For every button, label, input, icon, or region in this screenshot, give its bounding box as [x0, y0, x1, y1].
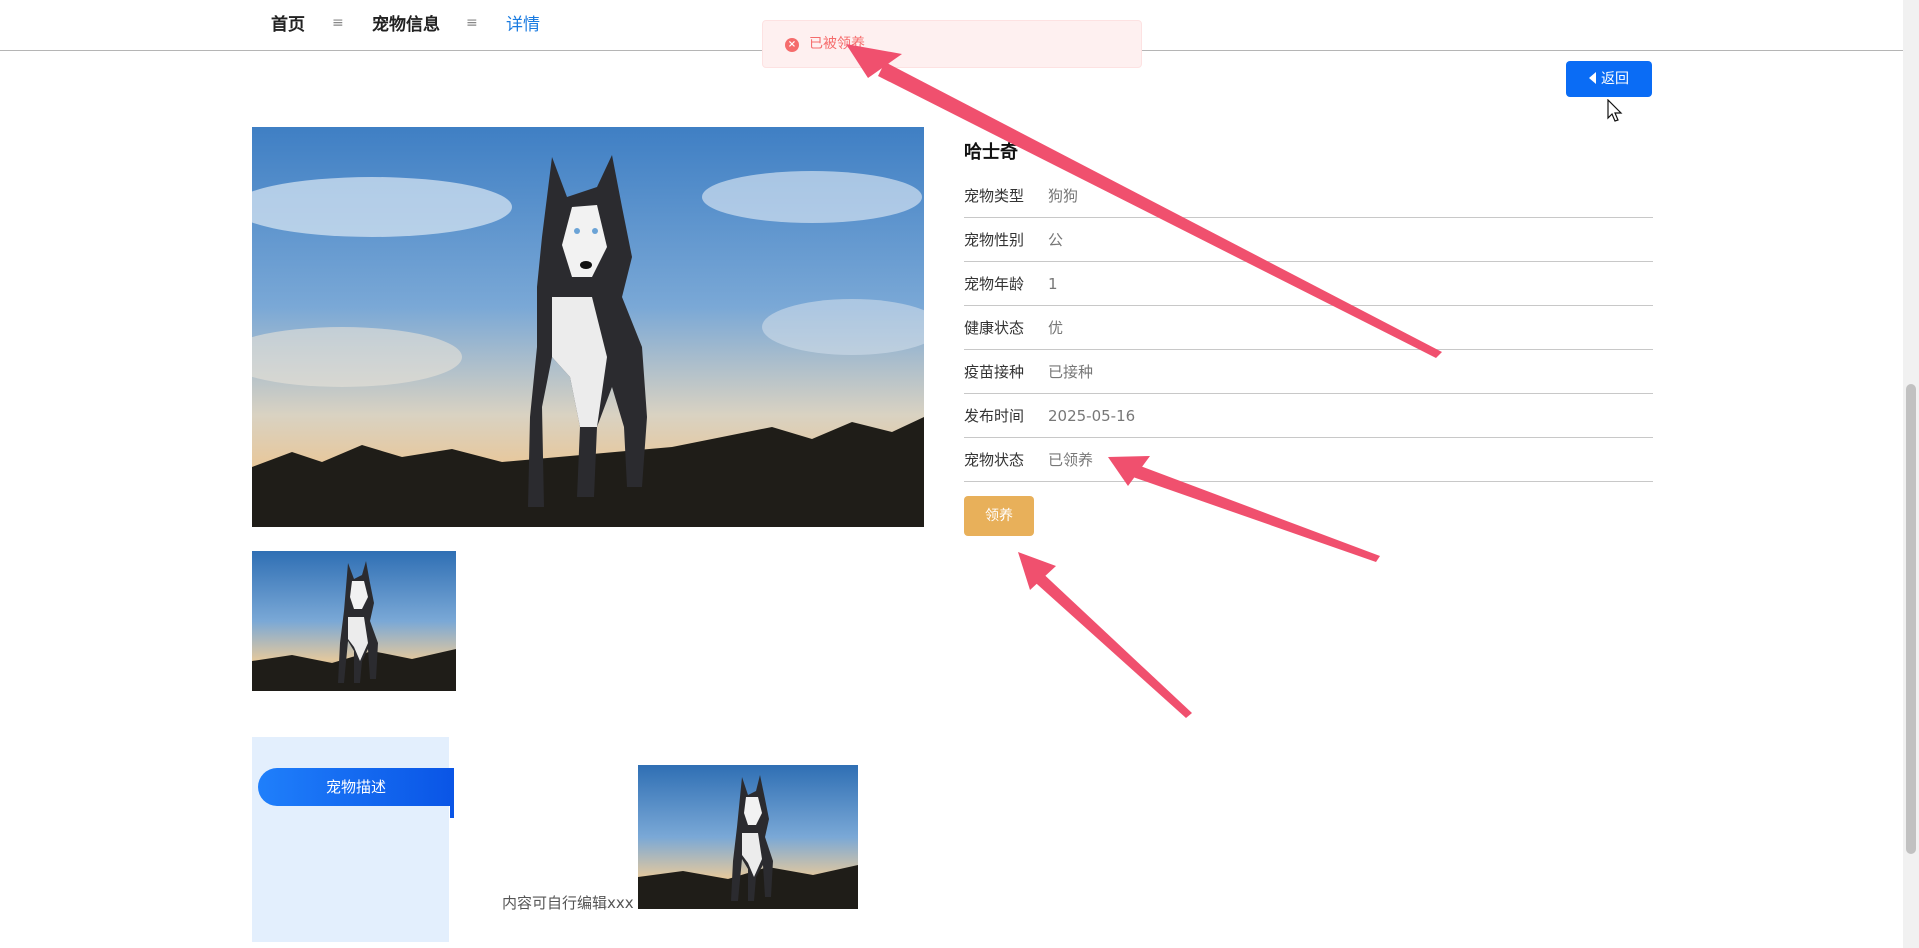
- annotation-arrow: [1028, 567, 1192, 718]
- annotation-arrows: [846, 44, 1442, 718]
- annotation-arrow: [1130, 464, 1380, 562]
- mouse-cursor-icon: [1607, 99, 1623, 122]
- annotation-arrow: [878, 62, 1442, 358]
- scrollbar-thumb[interactable]: [1906, 384, 1916, 854]
